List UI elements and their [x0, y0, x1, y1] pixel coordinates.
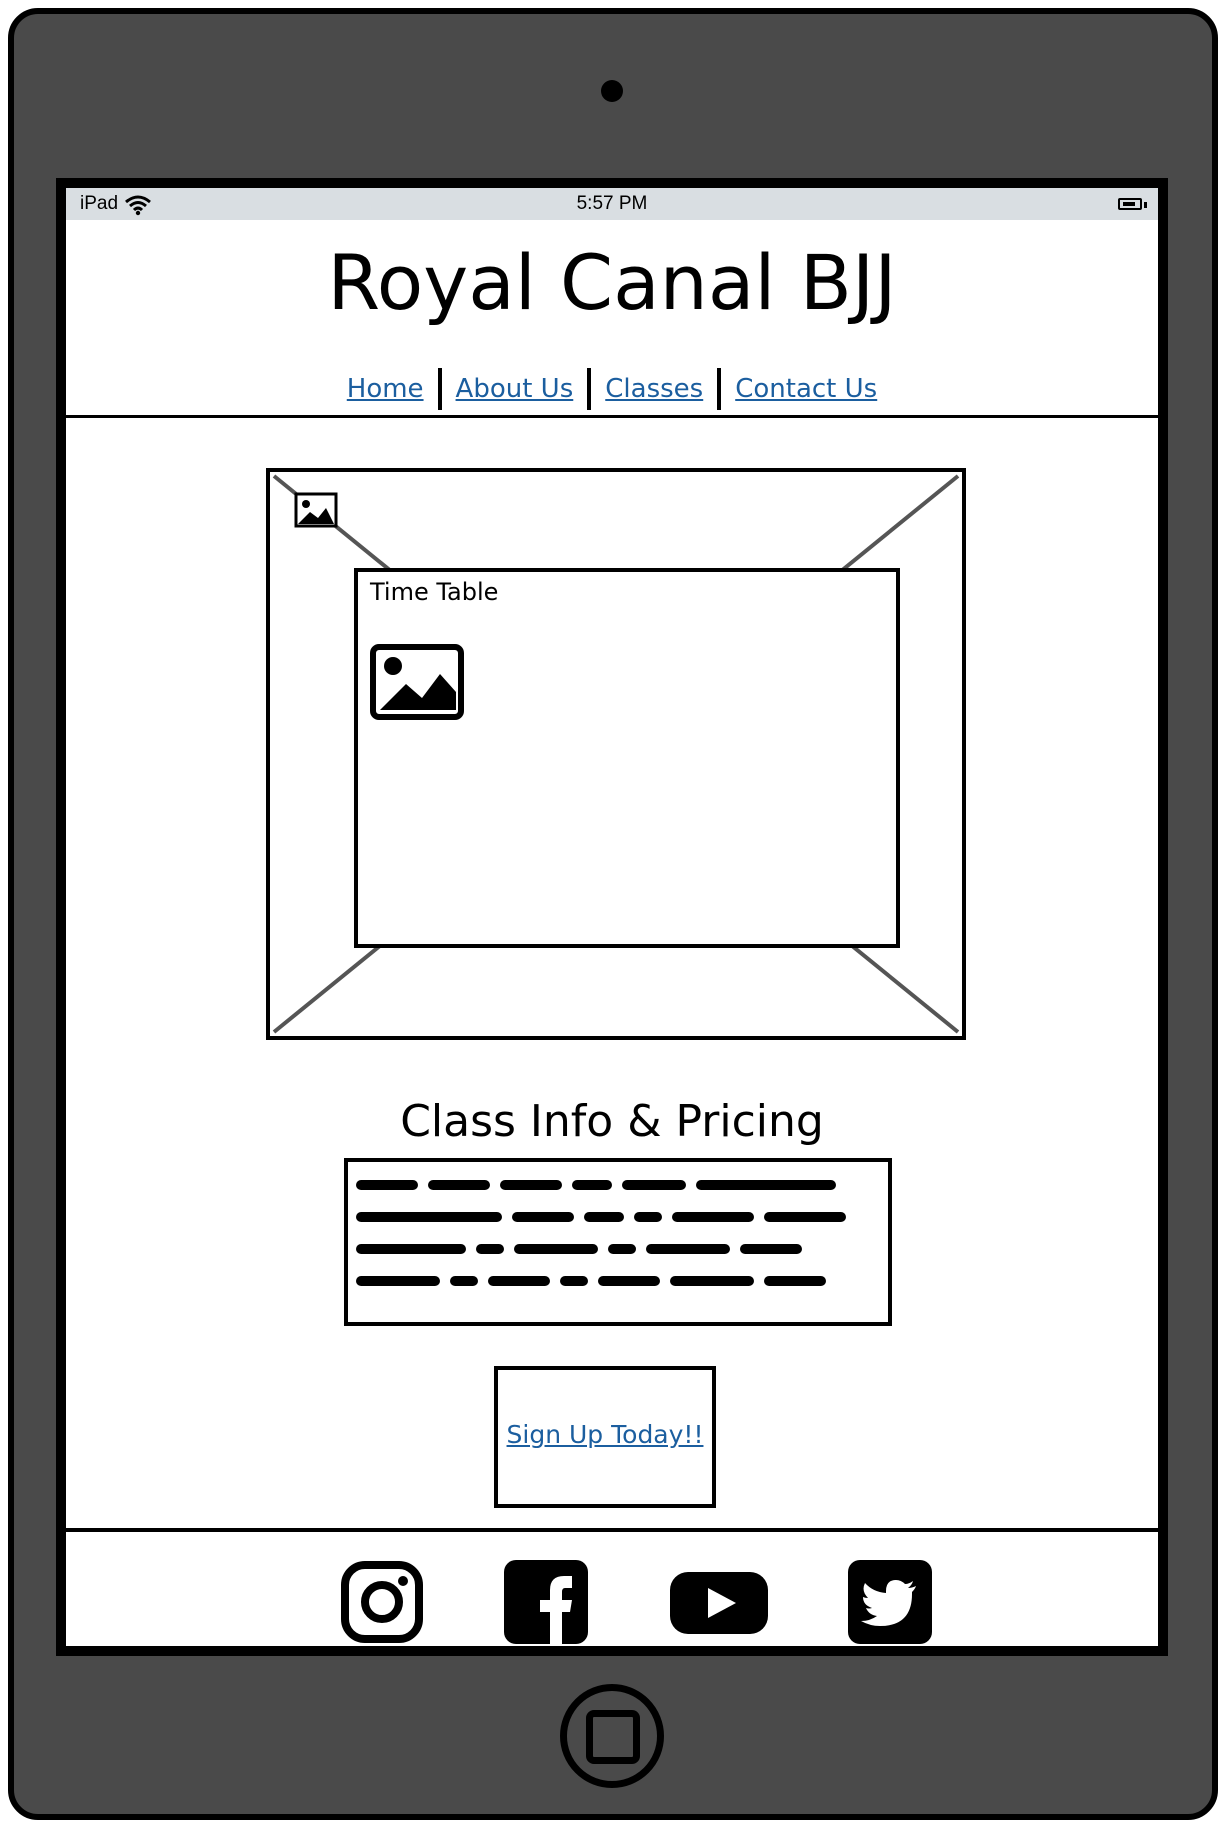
scribbled-text — [356, 1180, 846, 1286]
nav-home[interactable]: Home — [333, 374, 438, 404]
main-nav: Home About Us Classes Contact Us — [66, 368, 1158, 410]
twitter-icon[interactable] — [848, 1560, 932, 1644]
nav-divider — [437, 368, 442, 410]
class-info-text — [344, 1158, 892, 1326]
battery-tip — [1144, 202, 1147, 208]
nav-classes[interactable]: Classes — [591, 374, 717, 404]
nav-contact-us[interactable]: Contact Us — [721, 374, 891, 404]
youtube-icon[interactable] — [670, 1560, 768, 1644]
site-title: Royal Canal BJJ — [327, 238, 897, 327]
status-time: 5:57 PM — [576, 193, 648, 214]
tablet-screen: iPad 5:57 PM Royal Canal BJJ Home About U… — [56, 178, 1168, 1656]
facebook-icon[interactable] — [504, 1560, 588, 1644]
status-bar: iPad 5:57 PM — [66, 188, 1158, 220]
timetable-card: Time Table — [354, 568, 900, 948]
image-placeholder-icon — [294, 492, 338, 528]
timetable-title: Time Table — [370, 578, 499, 606]
home-button-icon — [586, 1710, 640, 1764]
instagram-icon[interactable] — [340, 1560, 424, 1644]
footer — [66, 1528, 1158, 1646]
image-icon — [370, 644, 464, 720]
nav-about-us[interactable]: About Us — [442, 374, 588, 404]
hero-image-placeholder: Time Table — [266, 468, 966, 1040]
class-info-heading: Class Info & Pricing — [400, 1096, 824, 1147]
signup-box: Sign Up Today!! — [494, 1366, 716, 1508]
camera-icon — [601, 80, 623, 102]
signup-link[interactable]: Sign Up Today!! — [498, 1420, 712, 1449]
header-divider — [66, 415, 1158, 418]
battery-icon — [1118, 198, 1142, 210]
